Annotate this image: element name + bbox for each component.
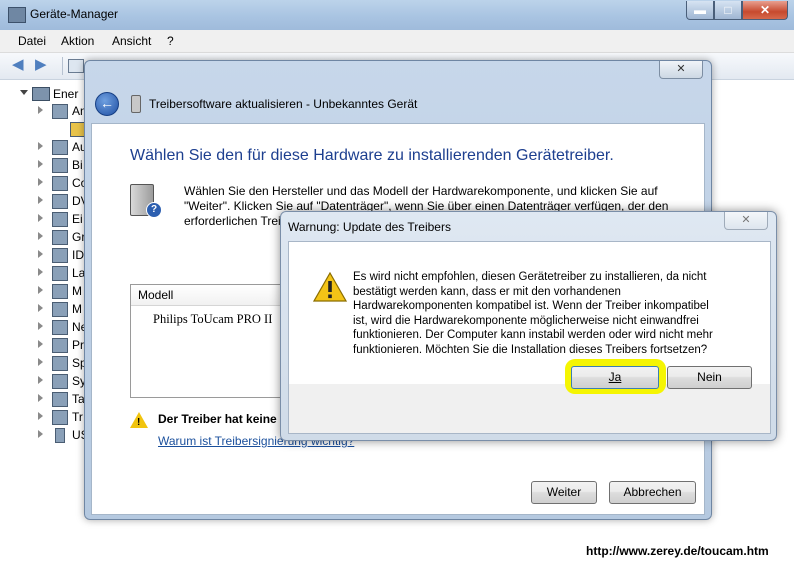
device-icon (52, 104, 68, 119)
expand-arrow-icon[interactable] (38, 196, 43, 204)
expand-arrow-icon[interactable] (38, 394, 43, 402)
caption-buttons: ▬ □ ✕ (686, 1, 788, 20)
expand-arrow-icon[interactable] (38, 142, 43, 150)
no-button-label: Nein (697, 370, 722, 384)
title-bar[interactable]: Geräte-Manager ▬ □ ✕ (0, 0, 794, 31)
warning-message-line: ist, wird die Hardwarekomponente möglich… (353, 314, 699, 327)
expand-arrow-icon[interactable] (38, 304, 43, 312)
next-button[interactable]: Weiter (531, 481, 597, 504)
ide-controller-icon (52, 248, 68, 263)
tape-drive-icon (52, 410, 68, 425)
expand-arrow-icon[interactable] (38, 214, 43, 222)
tree-item-label: ID (72, 248, 84, 262)
tree-item-label: Tr (72, 410, 83, 424)
drive-icon (52, 266, 68, 281)
model-header-label: Modell (138, 288, 174, 302)
processor-icon (52, 338, 68, 353)
model-list-item[interactable]: Philips ToUcam PRO II (153, 312, 272, 327)
menu-ansicht[interactable]: Ansicht (112, 34, 151, 48)
close-button[interactable]: ✕ (742, 1, 788, 20)
tree-root-label: Ener (53, 87, 79, 101)
yes-button[interactable]: Ja (571, 366, 659, 389)
collapse-arrow-icon[interactable] (20, 90, 28, 95)
display-adapter-icon (52, 230, 68, 245)
expand-arrow-icon[interactable] (38, 160, 43, 168)
usb-icon (55, 428, 65, 443)
model-list[interactable]: Modell Philips ToUcam PRO II (130, 284, 282, 398)
storage-controller-icon (52, 356, 68, 371)
window-title: Geräte-Manager (30, 7, 119, 21)
expand-arrow-icon[interactable] (38, 286, 43, 294)
expand-arrow-icon[interactable] (38, 358, 43, 366)
warning-dialog-title: Warnung: Update des Treibers (288, 220, 451, 234)
computer-icon (32, 87, 50, 101)
network-adapter-icon (52, 320, 68, 335)
minimize-button[interactable]: ▬ (686, 1, 714, 20)
wizard-header: ← Treibersoftware aktualisieren - Unbeka… (91, 89, 703, 119)
dvd-icon (52, 194, 68, 209)
yes-button-label: Ja (608, 370, 622, 384)
expand-arrow-icon[interactable] (38, 340, 43, 348)
tree-item-label: Ta (72, 392, 85, 406)
expand-arrow-icon[interactable] (38, 106, 43, 114)
keyboard-icon (52, 392, 68, 407)
tree-item-label: Pr (72, 338, 84, 352)
driver-warning-dialog: Warnung: Update des Treibers ✕ Es wird n… (280, 211, 777, 441)
system-device-icon (52, 374, 68, 389)
menu-datei[interactable]: Datei (18, 34, 46, 48)
instruction-line: Wählen Sie den Hersteller und das Modell… (184, 184, 658, 198)
warning-message-area: Es wird nicht empfohlen, diesen Gerätetr… (289, 242, 770, 384)
warning-message-line: funktionieren. Der Computer kann instabi… (353, 329, 713, 342)
driver-signature-warning: Der Treiber hat keine (158, 412, 277, 426)
expand-arrow-icon[interactable] (38, 412, 43, 420)
menu-aktion[interactable]: Aktion (61, 34, 94, 48)
expand-arrow-icon[interactable] (38, 178, 43, 186)
usb-device-icon (131, 95, 141, 113)
toolbar-separator (62, 57, 63, 75)
wizard-close-button[interactable]: ✕ (659, 61, 703, 79)
tree-item-label: Ei (72, 212, 83, 226)
warning-message-line: bestätigt werden kann, dass er mit den v… (353, 285, 621, 298)
mouse-icon (52, 284, 68, 299)
menu-help[interactable]: ? (167, 34, 174, 48)
tree-item-label: M (72, 284, 82, 298)
expand-arrow-icon[interactable] (38, 268, 43, 276)
warning-exclamation: ! (137, 417, 141, 428)
forward-arrow-icon[interactable]: ▶ (35, 57, 51, 73)
wizard-heading: Wählen Sie den für diese Hardware zu ins… (130, 147, 614, 164)
question-icon: ? (146, 202, 162, 218)
warning-message: Es wird nicht empfohlen, diesen Gerätetr… (353, 270, 713, 358)
monitor-icon (52, 302, 68, 317)
expand-arrow-icon[interactable] (38, 232, 43, 240)
cancel-button[interactable]: Abbrechen (609, 481, 696, 504)
wizard-title: Treibersoftware aktualisieren - Unbekann… (149, 97, 418, 111)
warning-icon (313, 272, 347, 302)
warning-close-button[interactable]: ✕ (724, 212, 768, 230)
imaging-icon (52, 158, 68, 173)
instruction-line: erforderlichen Trei (184, 214, 281, 228)
tree-item-label: Bi (72, 158, 83, 172)
footer-url: http://www.zerey.de/toucam.htm (586, 544, 769, 558)
no-button[interactable]: Nein (667, 366, 752, 389)
device-manager-icon (8, 7, 26, 23)
expand-arrow-icon[interactable] (38, 322, 43, 330)
computer-icon (52, 176, 68, 191)
model-column-header[interactable]: Modell (131, 285, 281, 306)
audio-icon (52, 140, 68, 155)
back-arrow-icon[interactable]: ◀ (12, 57, 28, 73)
warning-message-line: Es wird nicht empfohlen, diesen Gerätetr… (353, 271, 707, 283)
input-device-icon (52, 212, 68, 227)
expand-arrow-icon[interactable] (38, 430, 43, 438)
expand-arrow-icon[interactable] (38, 250, 43, 258)
tree-item-label: M (72, 302, 82, 316)
menu-bar: Datei Aktion Ansicht ? (0, 30, 794, 53)
properties-icon[interactable] (68, 59, 84, 73)
warning-message-line: funktionieren. Möchten Sie die Installat… (353, 343, 708, 356)
maximize-button[interactable]: □ (714, 1, 742, 20)
warning-dialog-content: Es wird nicht empfohlen, diesen Gerätetr… (288, 241, 771, 434)
expand-arrow-icon[interactable] (38, 376, 43, 384)
warning-message-line: Hardwarekomponenten kompatibel ist. Wenn… (353, 300, 709, 313)
back-button[interactable]: ← (95, 92, 119, 116)
